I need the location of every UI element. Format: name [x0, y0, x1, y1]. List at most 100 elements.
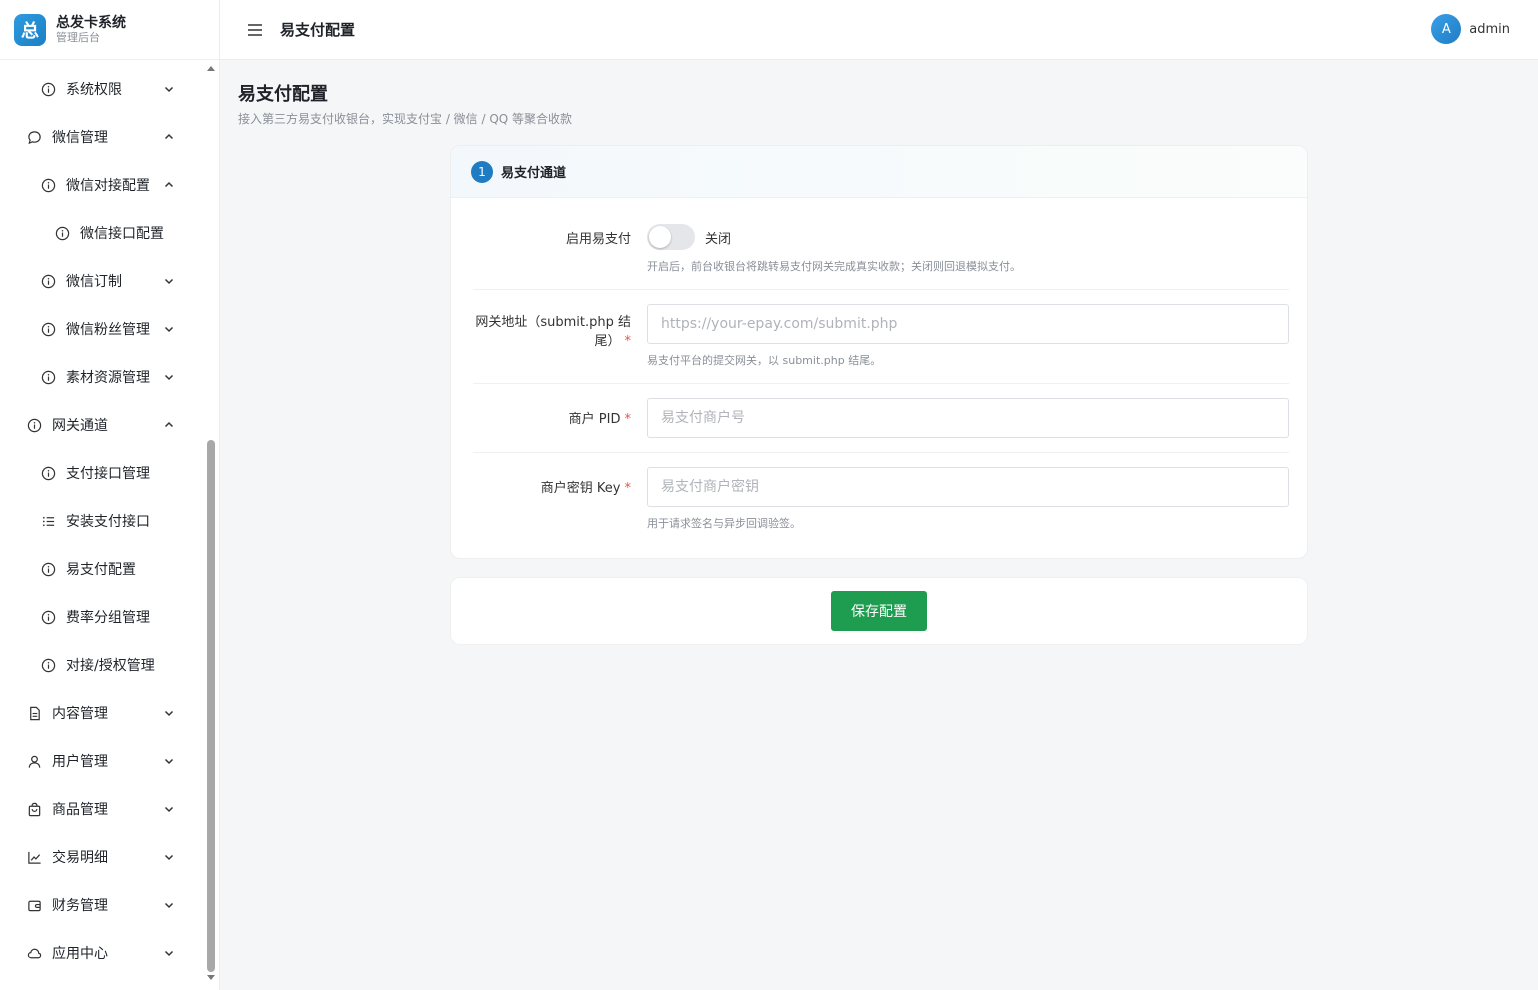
- merchant-pid-label: 商户 PID *: [471, 408, 631, 427]
- merchant-key-label: 商户密钥 Key *: [471, 477, 631, 496]
- required-mark: *: [624, 412, 632, 427]
- chevron-down-icon: [161, 849, 177, 865]
- sidebar-item-label: 微信粉丝管理: [66, 322, 150, 338]
- sidebar-item-epay-config[interactable]: 易支付配置: [0, 545, 205, 593]
- chat-bubble-icon: [26, 129, 42, 145]
- gateway-url-label-line2: 尾）: [594, 334, 621, 349]
- shopping-bag-icon: [26, 801, 42, 817]
- page-description: 接入第三方易支付收银台，实现支付宝 / 微信 / QQ 等聚合收款: [238, 112, 573, 126]
- sidebar-item-material-resources[interactable]: 素材资源管理: [0, 353, 205, 401]
- sidebar-item-wechat-api-config[interactable]: 微信接口配置: [0, 209, 205, 257]
- sidebar-item-wechat-fans[interactable]: 微信粉丝管理: [0, 305, 205, 353]
- sidebar-item-label: 应用中心: [52, 946, 108, 962]
- info-circle-icon: [40, 657, 56, 673]
- gateway-url-label-line1: 网关地址（submit.php 结: [475, 315, 631, 330]
- sidebar-item-label: 交易明细: [52, 850, 108, 866]
- scroll-down-arrow-icon[interactable]: [207, 974, 215, 982]
- sidebar-scrollbar[interactable]: [206, 60, 216, 990]
- sidebar-item-label: 支付接口管理: [66, 466, 150, 482]
- list-icon: [40, 513, 56, 529]
- menu-toggle-icon[interactable]: [245, 20, 265, 40]
- user-menu[interactable]: A admin: [1431, 14, 1510, 44]
- sidebar-item-content-management[interactable]: 内容管理: [0, 689, 205, 737]
- chevron-down-icon: [161, 753, 177, 769]
- row-divider: [473, 452, 1289, 453]
- enable-epay-hint: 开启后，前台收银台将跳转易支付网关完成真实收款；关闭则回退模拟支付。: [647, 260, 1021, 273]
- sidebar-item-rate-groups[interactable]: 费率分组管理: [0, 593, 205, 641]
- scrollbar-thumb[interactable]: [207, 440, 215, 972]
- info-circle-icon: [54, 225, 70, 241]
- info-circle-icon: [26, 417, 42, 433]
- enable-epay-label: 启用易支付: [565, 232, 631, 247]
- sidebar-item-wechat-management[interactable]: 微信管理: [0, 113, 205, 161]
- chevron-down-icon: [161, 273, 177, 289]
- sidebar-item-label: 内容管理: [52, 706, 108, 722]
- sidebar-item-label: 微信管理: [52, 130, 108, 146]
- chevron-down-icon: [161, 945, 177, 961]
- sidebar-item-system-permissions[interactable]: 系统权限: [0, 65, 205, 113]
- merchant-key-label-text: 商户密钥 Key: [540, 481, 621, 496]
- sidebar-item-label: 微信订制: [66, 274, 122, 290]
- merchant-key-input[interactable]: [647, 467, 1289, 507]
- info-circle-icon: [40, 321, 56, 337]
- page-title: 易支付配置: [238, 84, 328, 105]
- sidebar-item-label: 商品管理: [52, 802, 108, 818]
- chevron-down-icon: [161, 369, 177, 385]
- sidebar-item-label: 用户管理: [52, 754, 108, 770]
- sidebar-item-app-center[interactable]: 应用中心: [0, 929, 205, 977]
- sidebar-item-label: 安装支付接口: [66, 514, 150, 530]
- sidebar-item-install-payment-api[interactable]: 安装支付接口: [0, 497, 205, 545]
- sidebar-item-label: 费率分组管理: [66, 610, 150, 626]
- sidebar-item-integration-auth[interactable]: 对接/授权管理: [0, 641, 205, 689]
- sidebar-item-label: 网关通道: [52, 418, 108, 434]
- scroll-up-arrow-icon[interactable]: [207, 64, 215, 72]
- sidebar-item-product-management[interactable]: 商品管理: [0, 785, 205, 833]
- sidebar-menu: 系统权限 微信管理 微信对接配置 微信接口配置 微信订制 微信粉丝管理 素材资源…: [0, 60, 205, 990]
- chevron-down-icon: [161, 705, 177, 721]
- sidebar-item-user-management[interactable]: 用户管理: [0, 737, 205, 785]
- chevron-down-icon: [161, 801, 177, 817]
- brand-title: 总发卡系统: [56, 14, 126, 31]
- toggle-state-text: 关闭: [705, 232, 732, 247]
- sidebar-item-finance-management[interactable]: 财务管理: [0, 881, 205, 929]
- brand-logo: 总: [14, 13, 46, 46]
- info-circle-icon: [40, 177, 56, 193]
- info-circle-icon: [40, 81, 56, 97]
- sidebar-item-transaction-details[interactable]: 交易明细: [0, 833, 205, 881]
- info-circle-icon: [40, 369, 56, 385]
- user-icon: [26, 753, 42, 769]
- sidebar-item-wechat-integration[interactable]: 微信对接配置: [0, 161, 205, 209]
- card-title: 易支付通道: [501, 166, 567, 181]
- brand: 总 总发卡系统 管理后台: [0, 0, 219, 60]
- top-header: 易支付配置 A admin: [220, 0, 1538, 60]
- cloud-icon: [26, 945, 42, 961]
- chevron-down-icon: [161, 81, 177, 97]
- gateway-url-input[interactable]: [647, 304, 1289, 344]
- info-circle-icon: [40, 561, 56, 577]
- chevron-up-icon: [161, 177, 177, 193]
- step-badge: 1: [471, 160, 493, 183]
- username[interactable]: admin: [1469, 22, 1510, 37]
- brand-subtitle: 管理后台: [56, 30, 100, 44]
- action-bar: 保存配置: [450, 577, 1308, 645]
- info-circle-icon: [40, 273, 56, 289]
- card-header: 1 易支付通道: [451, 146, 1307, 198]
- info-circle-icon: [40, 465, 56, 481]
- gateway-url-hint: 易支付平台的提交网关，以 submit.php 结尾。: [647, 354, 882, 367]
- avatar[interactable]: A: [1431, 14, 1462, 44]
- row-divider: [473, 289, 1289, 290]
- sidebar-item-label: 对接/授权管理: [66, 658, 155, 674]
- save-config-button[interactable]: 保存配置: [831, 591, 927, 631]
- sidebar-item-label: 素材资源管理: [66, 370, 150, 386]
- merchant-pid-input[interactable]: [647, 398, 1289, 438]
- wallet-icon: [26, 897, 42, 913]
- sidebar-item-payment-api-management[interactable]: 支付接口管理: [0, 449, 205, 497]
- sidebar-item-wechat-custom[interactable]: 微信订制: [0, 257, 205, 305]
- sidebar-item-gateway-channel[interactable]: 网关通道: [0, 401, 205, 449]
- enable-epay-toggle[interactable]: [647, 224, 695, 250]
- required-mark: *: [624, 481, 632, 496]
- required-mark: *: [624, 334, 632, 349]
- sidebar-item-label: 易支付配置: [66, 562, 136, 578]
- row-divider: [473, 383, 1289, 384]
- chevron-up-icon: [161, 417, 177, 433]
